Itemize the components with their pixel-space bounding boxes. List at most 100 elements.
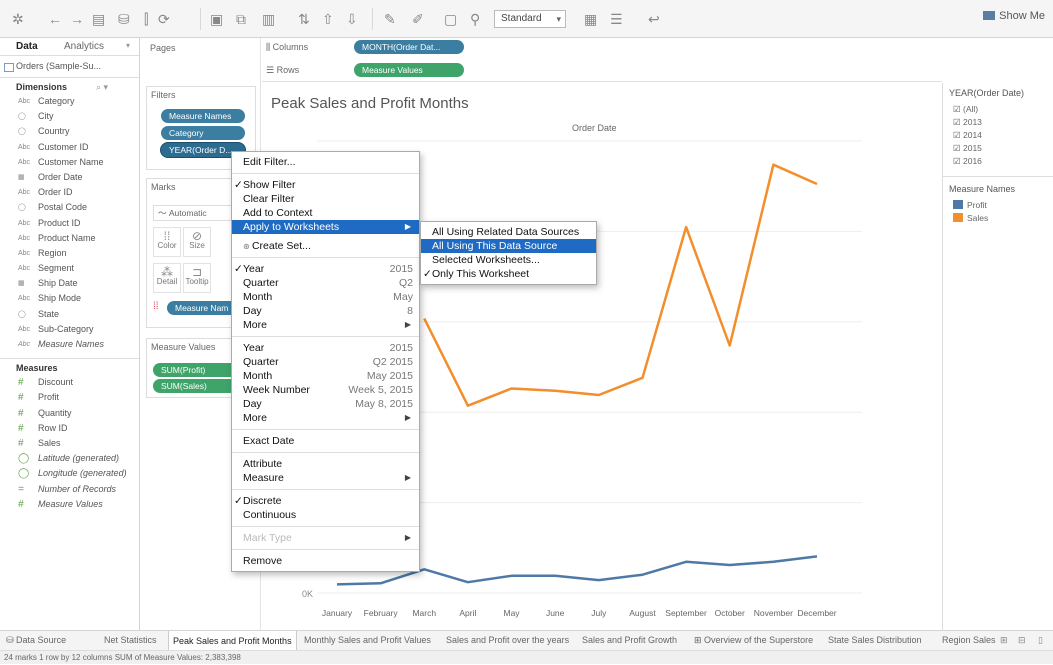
year-option-all[interactable]: ☑ (All) (943, 103, 1053, 116)
dimension-field-product-id[interactable]: Abc Product ID (0, 216, 139, 231)
dimension-field-ship-date[interactable]: ▦ Ship Date (0, 276, 139, 291)
menu-item-create-set[interactable]: ⊛ Create Set... (232, 239, 419, 253)
data-source-tab[interactable]: ⛁ Data Source (6, 635, 66, 646)
sheet-tab[interactable]: ⊞ Overview of the Superstore (694, 635, 813, 646)
measure-field-discount[interactable]: # Discount (0, 375, 139, 390)
sheet-tab[interactable]: Monthly Sales and Profit Values (304, 635, 431, 645)
measure-field-latitude-generated[interactable]: ◯ Latitude (generated) (0, 451, 139, 466)
measure-field-measure-values[interactable]: # Measure Values (0, 497, 139, 512)
menu-item-attribute[interactable]: Attribute (232, 457, 419, 471)
dimension-field-customer-name[interactable]: Abc Customer Name (0, 155, 139, 170)
highlight-icon[interactable]: ✎ (384, 9, 396, 29)
size-button[interactable]: ⊘ Size (183, 227, 211, 257)
columns-pill-month-order-date[interactable]: MONTH(Order Dat... (354, 40, 464, 54)
detail-button[interactable]: ⁂ Detail (153, 263, 181, 293)
menu-item-month[interactable]: Month May (232, 290, 419, 304)
data-source-item[interactable]: Orders (Sample-Su... (0, 56, 139, 78)
measure-field-quantity[interactable]: # Quantity (0, 406, 139, 421)
sort-descending-icon[interactable]: ⇩ (346, 9, 358, 29)
year-option-2013[interactable]: ☑ 2013 (943, 116, 1053, 129)
menu-item-clear-filter[interactable]: Clear Filter (232, 192, 419, 206)
menu-item-week-number[interactable]: Week Number Week 5, 2015 (232, 383, 419, 397)
new-worksheet-icon[interactable]: ▣ (210, 9, 223, 29)
menu-item-month[interactable]: Month May 2015 (232, 369, 419, 383)
pages-shelf[interactable]: Pages (146, 40, 256, 82)
dimension-field-product-name[interactable]: Abc Product Name (0, 231, 139, 246)
new-data-source-icon[interactable]: ⛁ (118, 9, 130, 29)
redo-icon[interactable]: → (70, 9, 84, 29)
menu-item-discrete[interactable]: ✓ Discrete (232, 494, 419, 508)
fit-dropdown[interactable]: Standard ▾ (494, 10, 566, 28)
new-sheet-icon[interactable]: ⊞ (1000, 635, 1008, 646)
sheet-tab[interactable]: Net Statistics (104, 635, 157, 645)
sheet-tab[interactable]: Region Sales (942, 635, 996, 645)
menu-item-show-filter[interactable]: ✓ Show Filter (232, 178, 419, 192)
duplicate-sheet-icon[interactable]: ⧉ (236, 9, 246, 29)
menu-item-exact-date[interactable]: Exact Date (232, 434, 419, 448)
year-option-2014[interactable]: ☑ 2014 (943, 129, 1053, 142)
menu-item-day[interactable]: Day 8 (232, 304, 419, 318)
swap-rows-columns-icon[interactable]: ⇅ (298, 9, 310, 29)
clear-sheet-icon[interactable]: ▥ (262, 9, 275, 29)
sort-ascending-icon[interactable]: ⇧ (322, 9, 334, 29)
menu-item-quarter[interactable]: Quarter Q2 2015 (232, 355, 419, 369)
menu-item-add-to-context[interactable]: Add to Context (232, 206, 419, 220)
pane-menu-icon[interactable]: ▾ (126, 41, 130, 50)
group-members-icon[interactable]: ✐ (412, 9, 424, 29)
year-option-2015[interactable]: ☑ 2015 (943, 142, 1053, 155)
show-cards-icon[interactable]: ▦ (584, 9, 597, 29)
dimension-field-segment[interactable]: Abc Segment (0, 261, 139, 276)
dimension-field-sub-category[interactable]: Abc Sub-Category (0, 322, 139, 337)
dimension-field-ship-mode[interactable]: Abc Ship Mode (0, 291, 139, 306)
dimension-field-customer-id[interactable]: Abc Customer ID (0, 140, 139, 155)
dimension-field-region[interactable]: Abc Region (0, 246, 139, 261)
sheet-tab[interactable]: State Sales Distribution (828, 635, 922, 645)
menu-item-year[interactable]: ✓ Year 2015 (232, 262, 419, 276)
dimension-field-postal-code[interactable]: ◯ Postal Code (0, 200, 139, 215)
menu-item-more[interactable]: More ▶ (232, 411, 419, 425)
new-story-icon[interactable]: ▯ (1038, 635, 1043, 646)
dimension-field-order-id[interactable]: Abc Order ID (0, 185, 139, 200)
color-button[interactable]: ⁞⁞ Color (153, 227, 181, 257)
new-dashboard-icon[interactable]: ⊟ (1018, 635, 1026, 646)
search-icon[interactable]: ⌕ ▾ (96, 82, 108, 93)
measure-field-longitude-generated[interactable]: ◯ Longitude (generated) (0, 466, 139, 481)
tab-analytics[interactable]: Analytics (64, 41, 104, 52)
sheet-tab[interactable]: Sales and Profit over the years (446, 635, 569, 645)
menu-item-all-using-this-data-source[interactable]: All Using This Data Source (421, 239, 596, 253)
undo-icon[interactable]: ← (48, 9, 62, 29)
pause-updates-icon[interactable]: ⫿ (144, 9, 148, 29)
menu-item-measure[interactable]: Measure ▶ (232, 471, 419, 485)
measure-field-row-id[interactable]: # Row ID (0, 421, 139, 436)
menu-item-remove[interactable]: Remove (232, 554, 419, 568)
tab-data[interactable]: Data (16, 41, 38, 52)
legend-item-profit[interactable]: Profit (943, 199, 1053, 212)
menu-item-year[interactable]: Year 2015 (232, 341, 419, 355)
menu-item-day[interactable]: Day May 8, 2015 (232, 397, 419, 411)
measure-field-sales[interactable]: # Sales (0, 436, 139, 451)
show-me-button[interactable]: Show Me (983, 10, 1045, 22)
year-option-2016[interactable]: ☑ 2016 (943, 155, 1053, 168)
menu-item-quarter[interactable]: Quarter Q2 (232, 276, 419, 290)
measure-field-profit[interactable]: # Profit (0, 390, 139, 405)
share-icon[interactable]: ↩ (648, 9, 660, 29)
dimension-field-measure-names[interactable]: Abc Measure Names (0, 337, 139, 352)
measure-field-number-of-records[interactable]: = Number of Records (0, 482, 139, 497)
dimension-field-order-date[interactable]: ▦ Order Date (0, 170, 139, 185)
fix-axes-icon[interactable]: ⚲ (470, 9, 480, 29)
menu-item-only-this-worksheet[interactable]: ✓ Only This Worksheet (421, 267, 596, 281)
menu-item-selected-worksheets[interactable]: Selected Worksheets... (421, 253, 596, 267)
filter-pill-measure-names[interactable]: Measure Names (161, 109, 245, 123)
sheet-tab[interactable]: Sales and Profit Growth (582, 635, 677, 645)
filter-pill-category[interactable]: Category (161, 126, 245, 140)
show-mark-labels-icon[interactable]: ▢ (444, 9, 457, 29)
presentation-mode-icon[interactable]: ☰ (610, 9, 623, 29)
dimension-field-country[interactable]: ◯ Country (0, 124, 139, 139)
dimension-field-category[interactable]: Abc Category (0, 94, 139, 109)
tableau-logo-icon[interactable]: ✲ (12, 9, 24, 29)
rows-pill-measure-values[interactable]: Measure Values (354, 63, 464, 77)
menu-item-continuous[interactable]: Continuous (232, 508, 419, 522)
sheet-tab-active[interactable]: Peak Sales and Profit Months (168, 631, 297, 651)
save-icon[interactable]: ▤ (92, 9, 105, 29)
menu-item-more[interactable]: More ▶ (232, 318, 419, 332)
